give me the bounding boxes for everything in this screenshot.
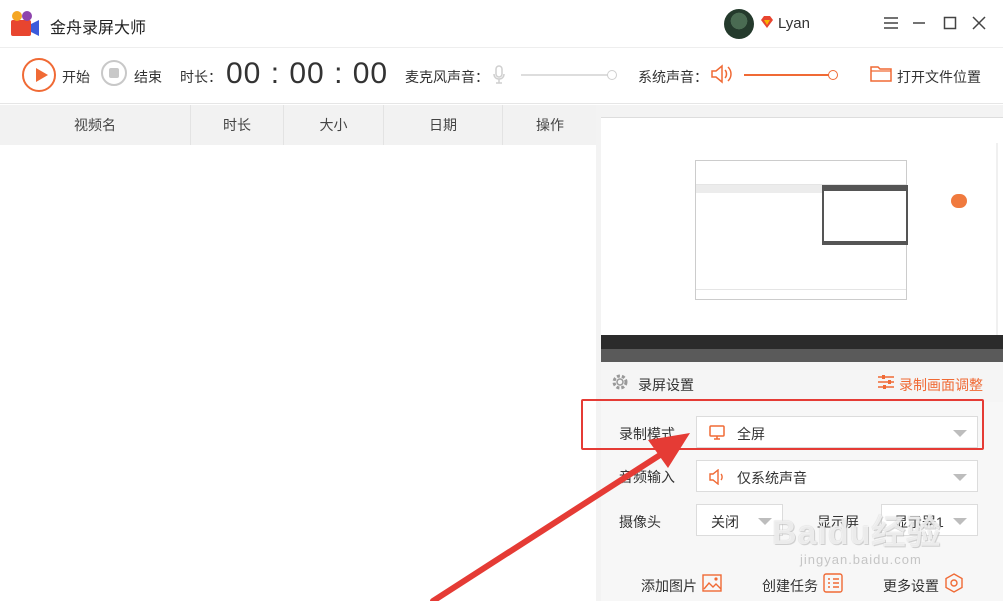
gear-icon [612,374,628,390]
annotation-highlight-box [581,399,984,450]
chevron-down-icon [758,518,772,525]
vip-diamond-icon [761,16,773,28]
stop-label[interactable]: 结束 [134,67,162,87]
system-audio-slider[interactable] [744,70,838,80]
mic-volume-label: 麦克风声音： [405,69,489,85]
adjust-recording-area-button[interactable]: 录制画面调整 [899,375,983,395]
image-icon[interactable] [702,573,722,593]
video-list [0,145,597,601]
column-header[interactable]: 视频名 [0,105,191,145]
app-title: 金舟录屏大师 [50,20,147,37]
chevron-down-icon [953,518,967,525]
sliders-icon[interactable] [878,374,894,390]
mic-volume-slider[interactable] [521,70,617,80]
preview-browser-bar [601,105,1003,118]
preview-floating-widget [951,194,967,208]
close-button[interactable] [970,14,988,32]
baidu-watermark-url: jingyan.baidu.com [800,552,922,567]
preview-nested-window [695,160,908,300]
duration-label: 时长： [180,69,222,85]
menu-icon [884,17,898,29]
speaker-icon[interactable] [710,64,732,84]
record-toolbar: 开始 结束 时长： 00 : 00 : 00 麦克风声音： 系统声音： 打开文件… [0,48,1003,104]
baidu-watermark: Baidu经验 [772,514,942,552]
audio-input-value: 仅系统声音 [737,470,807,486]
audio-input-label: 音频输入 [619,469,675,485]
add-image-button[interactable]: 添加图片 [641,576,697,596]
open-folder-button[interactable]: 打开文件位置 [897,67,981,87]
preview-taskbar [601,335,1003,349]
record-timer: 00 : 00 : 00 [226,57,389,90]
minimize-button[interactable] [910,14,928,32]
username[interactable]: Lyan [778,15,810,32]
column-header[interactable]: 时长 [191,105,284,145]
camera-label: 摄像头 [619,514,661,530]
microphone-icon[interactable] [492,65,506,85]
minimize-icon [913,22,925,24]
maximize-icon [943,16,957,30]
column-header[interactable]: 日期 [384,105,503,145]
column-header[interactable]: 操作 [503,105,597,145]
start-label[interactable]: 开始 [62,67,90,87]
user-avatar[interactable] [724,9,754,39]
record-settings-title: 录屏设置 [638,377,694,393]
start-record-button[interactable] [22,58,56,92]
preview-screen [601,118,1003,348]
more-settings-button[interactable]: 更多设置 [883,576,939,596]
record-settings-header: 录屏设置 录制画面调整 [601,362,1003,402]
column-header[interactable]: 大小 [284,105,384,145]
menu-button[interactable] [882,14,900,32]
audio-input-select[interactable]: 仅系统声音 [696,460,978,492]
stop-record-button[interactable] [101,60,127,86]
screen-preview [601,105,1003,362]
camera-value: 关闭 [711,514,739,530]
title-bar: 金舟录屏大师 Lyan [0,0,1003,48]
system-audio-knob[interactable] [828,70,838,80]
hexagon-settings-icon[interactable] [944,573,964,593]
app-logo-icon [11,11,39,36]
speaker-icon [709,469,723,485]
chevron-down-icon [953,474,967,481]
maximize-button[interactable] [941,14,959,32]
task-list-icon[interactable] [823,573,843,593]
video-table-header: 视频名 时长 大小 日期 操作 [0,105,597,145]
system-audio-fill [744,74,836,76]
create-task-button[interactable]: 创建任务 [762,576,818,596]
camera-select[interactable]: 关闭 [696,504,783,536]
system-audio-label: 系统声音： [638,69,708,85]
folder-icon[interactable] [870,63,892,83]
mic-volume-knob[interactable] [607,70,617,80]
close-icon [972,16,986,30]
